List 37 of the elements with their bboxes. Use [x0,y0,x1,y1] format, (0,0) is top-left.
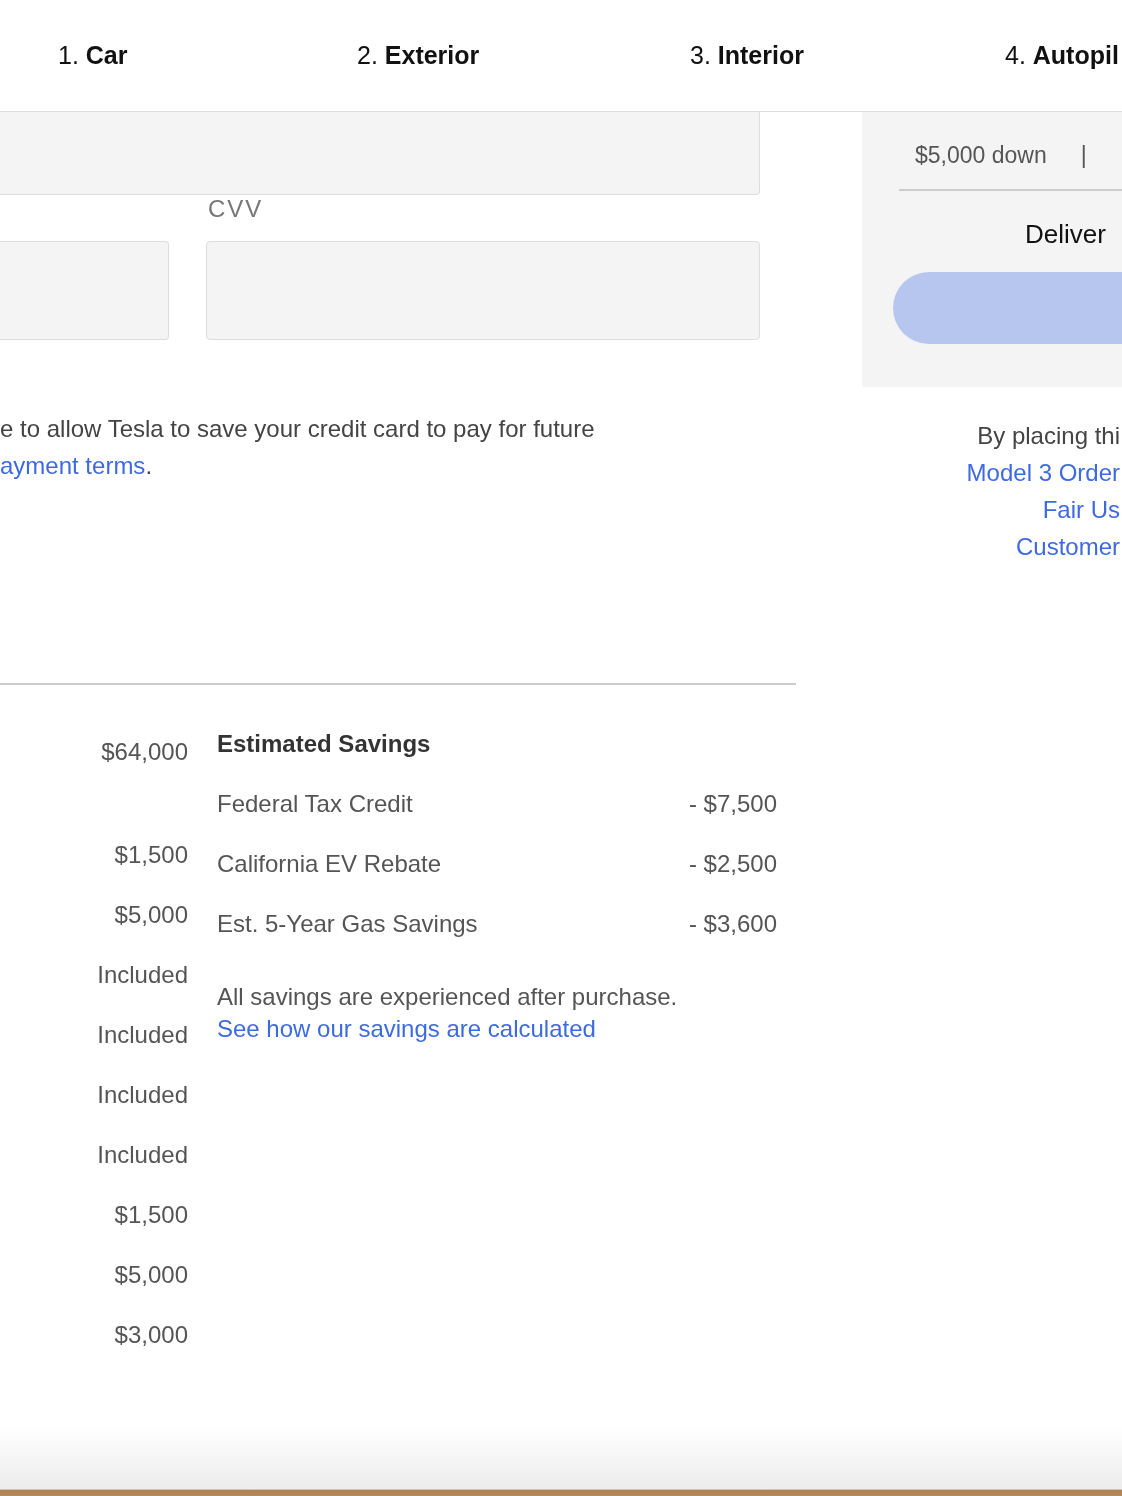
savings-title: Estimated Savings [217,729,432,759]
savings-link[interactable]: See how our savings are calculated [217,1013,596,1045]
savings-label: Est. 5-Year Gas Savings [217,909,478,939]
input-field[interactable] [0,241,169,340]
savings-amount: - $2,500 [688,849,777,879]
price-value: Included [97,1140,188,1170]
payment-terms-link[interactable]: ayment terms [0,452,146,479]
agreement-link[interactable]: Model 3 Order [966,454,1120,491]
price-value: Included [97,1080,188,1110]
step-tab[interactable]: 3. Interior [690,41,1005,70]
agreement-text: By placing thi [977,421,1120,451]
step-tab[interactable]: 1. Car [58,41,357,70]
cvv-field[interactable] [206,241,760,340]
agreement-link[interactable]: Customer [1015,528,1120,565]
agreement-link[interactable]: Fair Us [1042,491,1120,528]
delivery-text: Deliver [1025,219,1107,250]
price-value: $1,500 [114,840,188,870]
price-value: $5,000 [114,900,188,930]
price-value: Included [97,960,188,990]
price-value: $3,000 [114,1320,188,1350]
down-payment-text: $5,000 down [915,142,1047,169]
step-tab[interactable]: 4. Autopil [1005,41,1119,70]
separator-text: | [1080,142,1087,169]
price-value: $5,000 [114,1260,188,1290]
order-button[interactable] [893,272,1122,344]
input-field[interactable] [0,112,760,195]
price-value: $64,000 [101,737,188,767]
consent-text: e to allow Tesla to save your credit card to pay for future ayment terms. [0,414,596,481]
savings-label: California EV Rebate [217,849,442,879]
savings-amount: - $7,500 [688,789,777,819]
savings-amount: - $3,600 [688,909,777,939]
price-value: $1,500 [114,1200,188,1230]
step-tab[interactable]: 2. Exterior [357,41,690,70]
price-value: Included [97,1020,188,1050]
field-label: CVV [208,195,265,223]
savings-label: Federal Tax Credit [217,789,413,819]
savings-note: All savings are experienced after purchase. [217,982,679,1012]
